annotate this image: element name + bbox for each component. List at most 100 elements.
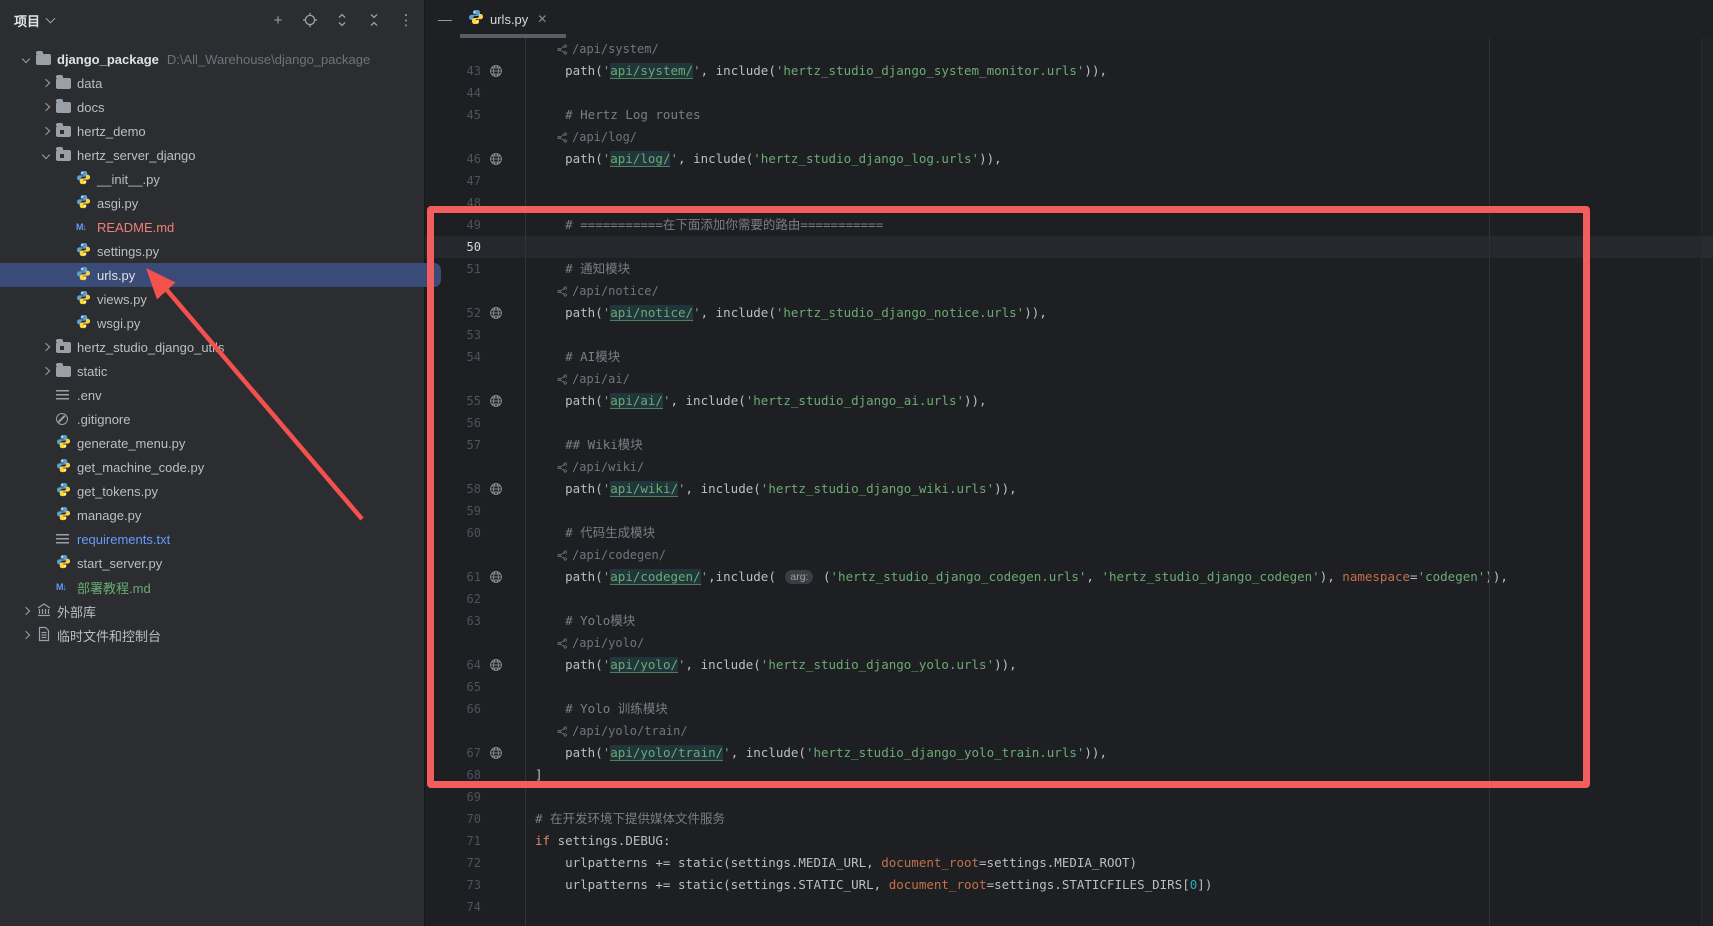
tree-chevron-open[interactable] xyxy=(16,56,36,62)
tree-item-requirements.txt[interactable]: requirements.txt xyxy=(0,527,170,551)
tree-item-manage.py[interactable]: manage.py xyxy=(0,503,141,527)
share-route-icon xyxy=(557,374,568,385)
tree-chevron-closed[interactable] xyxy=(16,632,36,638)
markdown-file-icon: M↓ xyxy=(76,222,86,232)
code-line-57[interactable]: 57 ## Wiki模块 xyxy=(425,434,1713,456)
code-line-70[interactable]: 70# 在开发环境下提供媒体文件服务 xyxy=(425,808,1713,830)
tree-item-settings.py[interactable]: settings.py xyxy=(0,239,159,263)
tree-item--[interactable]: 外部库 xyxy=(0,599,96,623)
tree-chevron-closed[interactable] xyxy=(36,368,56,374)
tree-item-generate_menu.py[interactable]: generate_menu.py xyxy=(0,431,185,455)
code-line-73[interactable]: 73 urlpatterns += static(settings.STATIC… xyxy=(425,874,1713,896)
code-line-58[interactable]: 58 path('api/wiki/', include('hertz_stud… xyxy=(425,478,1713,500)
tree-item-start_server.py[interactable]: start_server.py xyxy=(0,551,162,575)
more-options-button[interactable]: ⋮ xyxy=(395,9,417,31)
url-globe-gutter-icon[interactable] xyxy=(489,394,503,408)
tree-chevron-open[interactable] xyxy=(36,152,56,158)
url-globe-gutter-icon[interactable] xyxy=(489,658,503,672)
code-line-65[interactable]: 65 xyxy=(425,676,1713,698)
code-line-66[interactable]: 66 # Yolo 训练模块 xyxy=(425,698,1713,720)
url-inlay-hint[interactable]: /api/yolo/ xyxy=(425,632,1713,654)
code-line-56[interactable]: 56 xyxy=(425,412,1713,434)
code-line-55[interactable]: 55 path('api/ai/', include('hertz_studio… xyxy=(425,390,1713,412)
tree-item-docs[interactable]: docs xyxy=(0,95,104,119)
code-line-48[interactable]: 48 xyxy=(425,192,1713,214)
code-line-62[interactable]: 62 xyxy=(425,588,1713,610)
tree-item-hertz_studio_django_utils[interactable]: hertz_studio_django_utils xyxy=(0,335,224,359)
hide-panel-button[interactable]: — xyxy=(433,8,457,30)
url-globe-gutter-icon[interactable] xyxy=(489,746,503,760)
expand-all-button[interactable] xyxy=(331,9,353,31)
url-inlay-hint[interactable]: /api/log/ xyxy=(425,126,1713,148)
code-line-43[interactable]: 43 path('api/system/', include('hertz_st… xyxy=(425,60,1713,82)
code-line-63[interactable]: 63 # Yolo模块 xyxy=(425,610,1713,632)
url-globe-gutter-icon[interactable] xyxy=(489,152,503,166)
tree-chevron-closed[interactable] xyxy=(36,80,56,86)
code-line-61[interactable]: 61 path('api/codegen/',include( arg: ('h… xyxy=(425,566,1713,588)
code-line-64[interactable]: 64 path('api/yolo/', include('hertz_stud… xyxy=(425,654,1713,676)
url-inlay-hint[interactable]: /api/yolo/train/ xyxy=(425,720,1713,742)
tree-item-asgi.py[interactable]: asgi.py xyxy=(0,191,138,215)
url-inlay-hint[interactable]: /api/ai/ xyxy=(425,368,1713,390)
tree-item-urls.py[interactable]: urls.py xyxy=(0,263,135,287)
url-globe-gutter-icon[interactable] xyxy=(489,306,503,320)
tree-chevron-closed[interactable] xyxy=(16,608,36,614)
code-line-46[interactable]: 46 path('api/log/', include('hertz_studi… xyxy=(425,148,1713,170)
tree-item-__init__.py[interactable]: __init__.py xyxy=(0,167,160,191)
code-line-52[interactable]: 52 path('api/notice/', include('hertz_st… xyxy=(425,302,1713,324)
code-line-54[interactable]: 54 # AI模块 xyxy=(425,346,1713,368)
url-inlay-hint[interactable]: /api/system/ xyxy=(425,38,1713,60)
code-line-72[interactable]: 72 urlpatterns += static(settings.MEDIA_… xyxy=(425,852,1713,874)
collapse-all-button[interactable] xyxy=(363,9,385,31)
code-line-69[interactable]: 69 xyxy=(425,786,1713,808)
url-inlay-hint[interactable]: /api/codegen/ xyxy=(425,544,1713,566)
add-button[interactable]: + xyxy=(267,9,289,31)
tree-item-data[interactable]: data xyxy=(0,71,102,95)
tree-item-get_machine_code.py[interactable]: get_machine_code.py xyxy=(0,455,204,479)
code-line-44[interactable]: 44 xyxy=(425,82,1713,104)
tab-urls-py[interactable]: urls.py ✕ xyxy=(460,0,566,38)
code-line-47[interactable]: 47 xyxy=(425,170,1713,192)
url-inlay-hint[interactable]: /api/notice/ xyxy=(425,280,1713,302)
code-line-53[interactable]: 53 xyxy=(425,324,1713,346)
code-text: urlpatterns += static(settings.STATIC_UR… xyxy=(535,874,1212,896)
locate-file-button[interactable] xyxy=(299,9,321,31)
code-line-49[interactable]: 49 # ===========在下面添加你需要的路由=========== xyxy=(425,214,1713,236)
tree-item-get_tokens.py[interactable]: get_tokens.py xyxy=(0,479,158,503)
tree-item-.env[interactable]: .env xyxy=(0,383,102,407)
code-line-59[interactable]: 59 xyxy=(425,500,1713,522)
tree-item-django_package[interactable]: django_packageD:\All_Warehouse\django_pa… xyxy=(0,47,370,71)
tree-item-static[interactable]: static xyxy=(0,359,107,383)
tree-chevron-closed[interactable] xyxy=(36,128,56,134)
tree-chevron-closed[interactable] xyxy=(36,344,56,350)
close-tab-icon[interactable]: ✕ xyxy=(537,12,547,26)
code-token: api/ai/ xyxy=(610,393,663,409)
tree-item-wsgi.py[interactable]: wsgi.py xyxy=(0,311,140,335)
url-globe-gutter-icon[interactable] xyxy=(489,64,503,78)
tree-item--[interactable]: 临时文件和控制台 xyxy=(0,623,161,647)
inlay-content: /api/wiki/ xyxy=(557,456,644,478)
python-file-icon xyxy=(76,290,91,308)
code-line-51[interactable]: 51 # 通知模块 xyxy=(425,258,1713,280)
tree-item-hertz_demo[interactable]: hertz_demo xyxy=(0,119,146,143)
tree-item--.md[interactable]: M↓部署教程.md xyxy=(0,575,151,599)
code-line-71[interactable]: 71if settings.DEBUG: xyxy=(425,830,1713,852)
tree-item-views.py[interactable]: views.py xyxy=(0,287,147,311)
url-inlay-hint[interactable]: /api/wiki/ xyxy=(425,456,1713,478)
code-line-45[interactable]: 45 # Hertz Log routes xyxy=(425,104,1713,126)
code-line-60[interactable]: 60 # 代码生成模块 xyxy=(425,522,1713,544)
tree-chevron-closed[interactable] xyxy=(36,104,56,110)
tree-item-.gitignore[interactable]: .gitignore xyxy=(0,407,130,431)
url-globe-gutter-icon[interactable] xyxy=(489,482,503,496)
tree-item-hertz_server_django[interactable]: hertz_server_django xyxy=(0,143,196,167)
tree-item-README.md[interactable]: M↓README.md xyxy=(0,215,174,239)
code-line-68[interactable]: 68] xyxy=(425,764,1713,786)
url-globe-gutter-icon[interactable] xyxy=(489,570,503,584)
code-area[interactable]: /api/system/43 path('api/system/', inclu… xyxy=(425,38,1713,918)
code-line-67[interactable]: 67 path('api/yolo/train/', include('hert… xyxy=(425,742,1713,764)
project-panel-title[interactable]: 项目 xyxy=(14,11,40,30)
code-line-50[interactable]: 50 xyxy=(425,236,1713,258)
editor-scrollbar[interactable] xyxy=(1701,38,1713,926)
tree-item-label: django_package xyxy=(57,52,159,67)
code-line-74[interactable]: 74 xyxy=(425,896,1713,918)
